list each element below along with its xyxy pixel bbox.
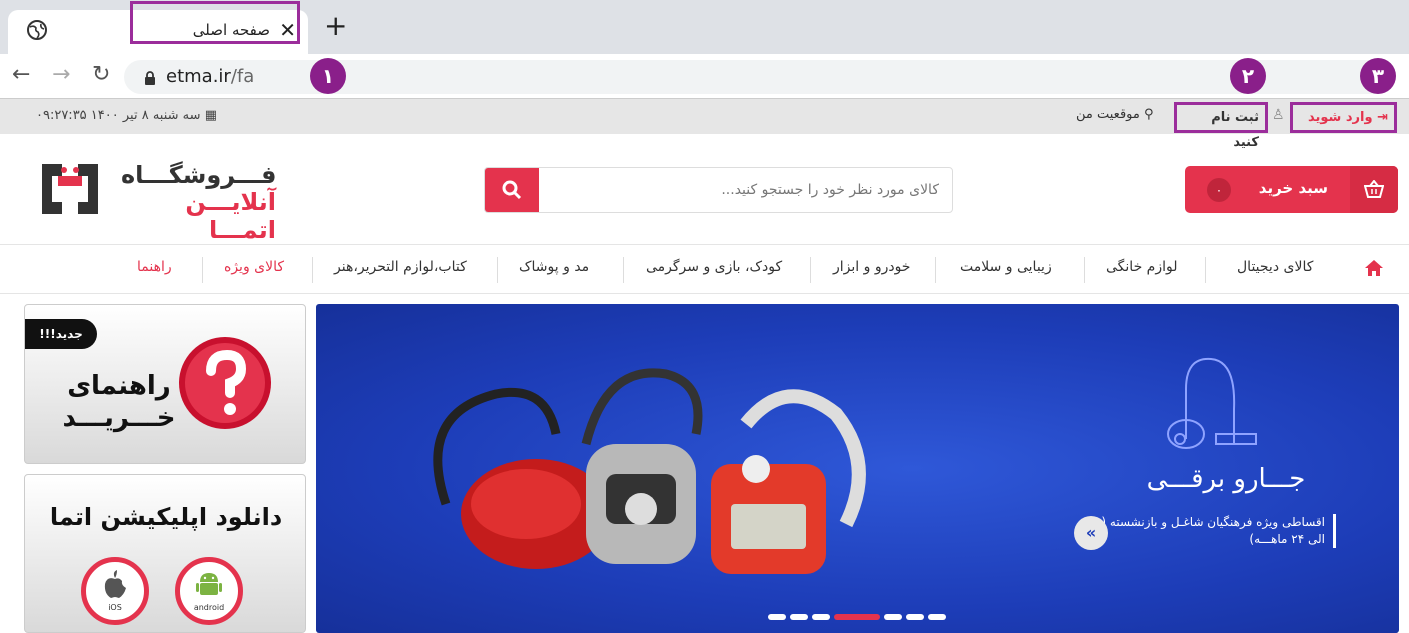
url-domain: etma.ir (166, 66, 231, 87)
logo-text-line1: فـــروشگـــاه (121, 161, 277, 189)
slider-next-button[interactable]: « (1074, 516, 1108, 550)
apple-icon (104, 570, 126, 598)
nav-divider (623, 257, 624, 283)
register-link[interactable]: ثبت نام کنید (1174, 102, 1268, 150)
slider-dot-active[interactable] (834, 614, 880, 620)
callout-badge-1: ١ (310, 58, 346, 94)
cart-count-badge: ۰ (1207, 178, 1231, 202)
new-tab-button[interactable]: + (324, 12, 347, 40)
logo-mark-icon (42, 164, 98, 214)
android-icon (196, 573, 222, 595)
nav-divider (202, 257, 203, 283)
home-icon[interactable] (1364, 259, 1384, 281)
globe-icon (26, 19, 48, 45)
vacuum-outline-icon (1167, 357, 1257, 449)
logo-text-line2: آنلایـــن اتمـــا (185, 188, 276, 244)
url-text: etma.ir/fa (166, 66, 254, 87)
nav-home-appliances[interactable]: لوازم خانگی (1106, 259, 1177, 275)
nav-fashion[interactable]: مد و پوشاک (519, 259, 589, 275)
android-app-button[interactable]: android (175, 557, 243, 625)
url-highlight-box (130, 1, 300, 44)
back-arrow-icon[interactable]: ← (12, 62, 30, 87)
slider-dot[interactable] (812, 614, 830, 620)
banner-title: جـــارو برقـــی (1146, 464, 1306, 494)
nav-divider (935, 257, 936, 283)
search-button[interactable] (485, 168, 539, 212)
nav-divider (497, 257, 498, 283)
user-icon: ♙ (1272, 107, 1285, 123)
app-download-banner[interactable]: دانلود اپلیکیشن اتما iOS android (24, 474, 306, 633)
guide-title-line2: خـــریـــد (62, 403, 176, 433)
map-pin-icon: ⚲ (1144, 107, 1154, 122)
guide-title-line1: راهنمای (67, 371, 171, 401)
top-info-bar: ▦ سه شنبه ۸ تیر ۱۴۰۰ ۰۹:۲۷:۳۵ ⚲ موقعیت م… (0, 98, 1409, 150)
vacuum-cleaners-image (433, 368, 866, 574)
slider-dot[interactable] (790, 614, 808, 620)
slider-dot[interactable] (906, 614, 924, 620)
site-logo[interactable]: فـــروشگـــاه آنلایـــن اتمـــا (36, 158, 277, 244)
nav-kids-games[interactable]: کودک، بازی و سرگرمی (646, 259, 782, 275)
shopping-guide-banner[interactable]: جدید!!! راهنمای خـــریـــد (24, 304, 306, 464)
cart-button[interactable]: سبد خرید ۰ (1185, 166, 1398, 213)
nav-divider (810, 257, 811, 283)
new-tag-badge: جدید!!! (25, 319, 97, 349)
slider-dot[interactable] (928, 614, 946, 620)
login-icon: ⇥ (1377, 110, 1388, 125)
register-label: ثبت نام کنید (1211, 110, 1259, 150)
banner-subtitle: اقساطی ویژه فرهنگیان شاغـل و بازنشسته (۶… (1086, 514, 1336, 548)
calendar-icon: ▦ (204, 108, 217, 123)
slider-dot[interactable] (768, 614, 786, 620)
location-label: موقعیت من (1076, 107, 1140, 122)
cart-label: سبد خرید (1258, 179, 1328, 197)
nav-special-items[interactable]: کالای ویژه (224, 259, 284, 275)
my-location-link[interactable]: ⚲ موقعیت من (1070, 102, 1160, 133)
callout-badge-3: ٣ (1360, 58, 1396, 94)
nav-divider (1205, 257, 1206, 283)
browser-toolbar: ← → ↻ etma.ir/fa (0, 54, 1409, 98)
search-icon (502, 180, 522, 200)
search-input[interactable] (545, 168, 945, 212)
search-bar (484, 167, 953, 213)
reload-icon[interactable]: ↻ (92, 62, 110, 87)
main-slider-banner[interactable]: جـــارو برقـــی اقساطی ویژه فرهنگیان شاغ… (316, 304, 1399, 633)
nav-books-stationery[interactable]: کتاب،لوازم التحریر،هنر (334, 259, 467, 275)
nav-beauty-health[interactable]: زیبایی و سلامت (960, 259, 1052, 275)
ios-label: iOS (108, 603, 122, 612)
nav-auto-tools[interactable]: خودرو و ابزار (833, 259, 910, 275)
basket-icon (1350, 166, 1398, 213)
url-path: /fa (230, 66, 255, 87)
forward-arrow-icon[interactable]: → (52, 62, 70, 87)
callout-badge-2: ٢ (1230, 58, 1266, 94)
login-label: وارد شوید (1308, 110, 1373, 125)
nav-guide[interactable]: راهنما (137, 259, 172, 275)
login-link[interactable]: ⇥ وارد شوید (1290, 102, 1397, 133)
android-label: android (193, 603, 225, 612)
slider-dot[interactable] (884, 614, 902, 620)
ios-app-button[interactable]: iOS (81, 557, 149, 625)
date-time-text: سه شنبه ۸ تیر ۱۴۰۰ ۰۹:۲۷:۳۵ (36, 108, 201, 123)
category-nav: کالای دیجیتال لوازم خانگی زیبایی و سلامت… (0, 244, 1409, 294)
date-time-display: ▦ سه شنبه ۸ تیر ۱۴۰۰ ۰۹:۲۷:۳۵ (36, 108, 217, 123)
lock-icon (144, 70, 156, 89)
nav-divider (312, 257, 313, 283)
app-download-title: دانلود اپلیکیشن اتما (49, 503, 283, 531)
question-mark-icon (179, 337, 271, 429)
nav-digital[interactable]: کالای دیجیتال (1237, 259, 1313, 275)
nav-divider (1084, 257, 1085, 283)
